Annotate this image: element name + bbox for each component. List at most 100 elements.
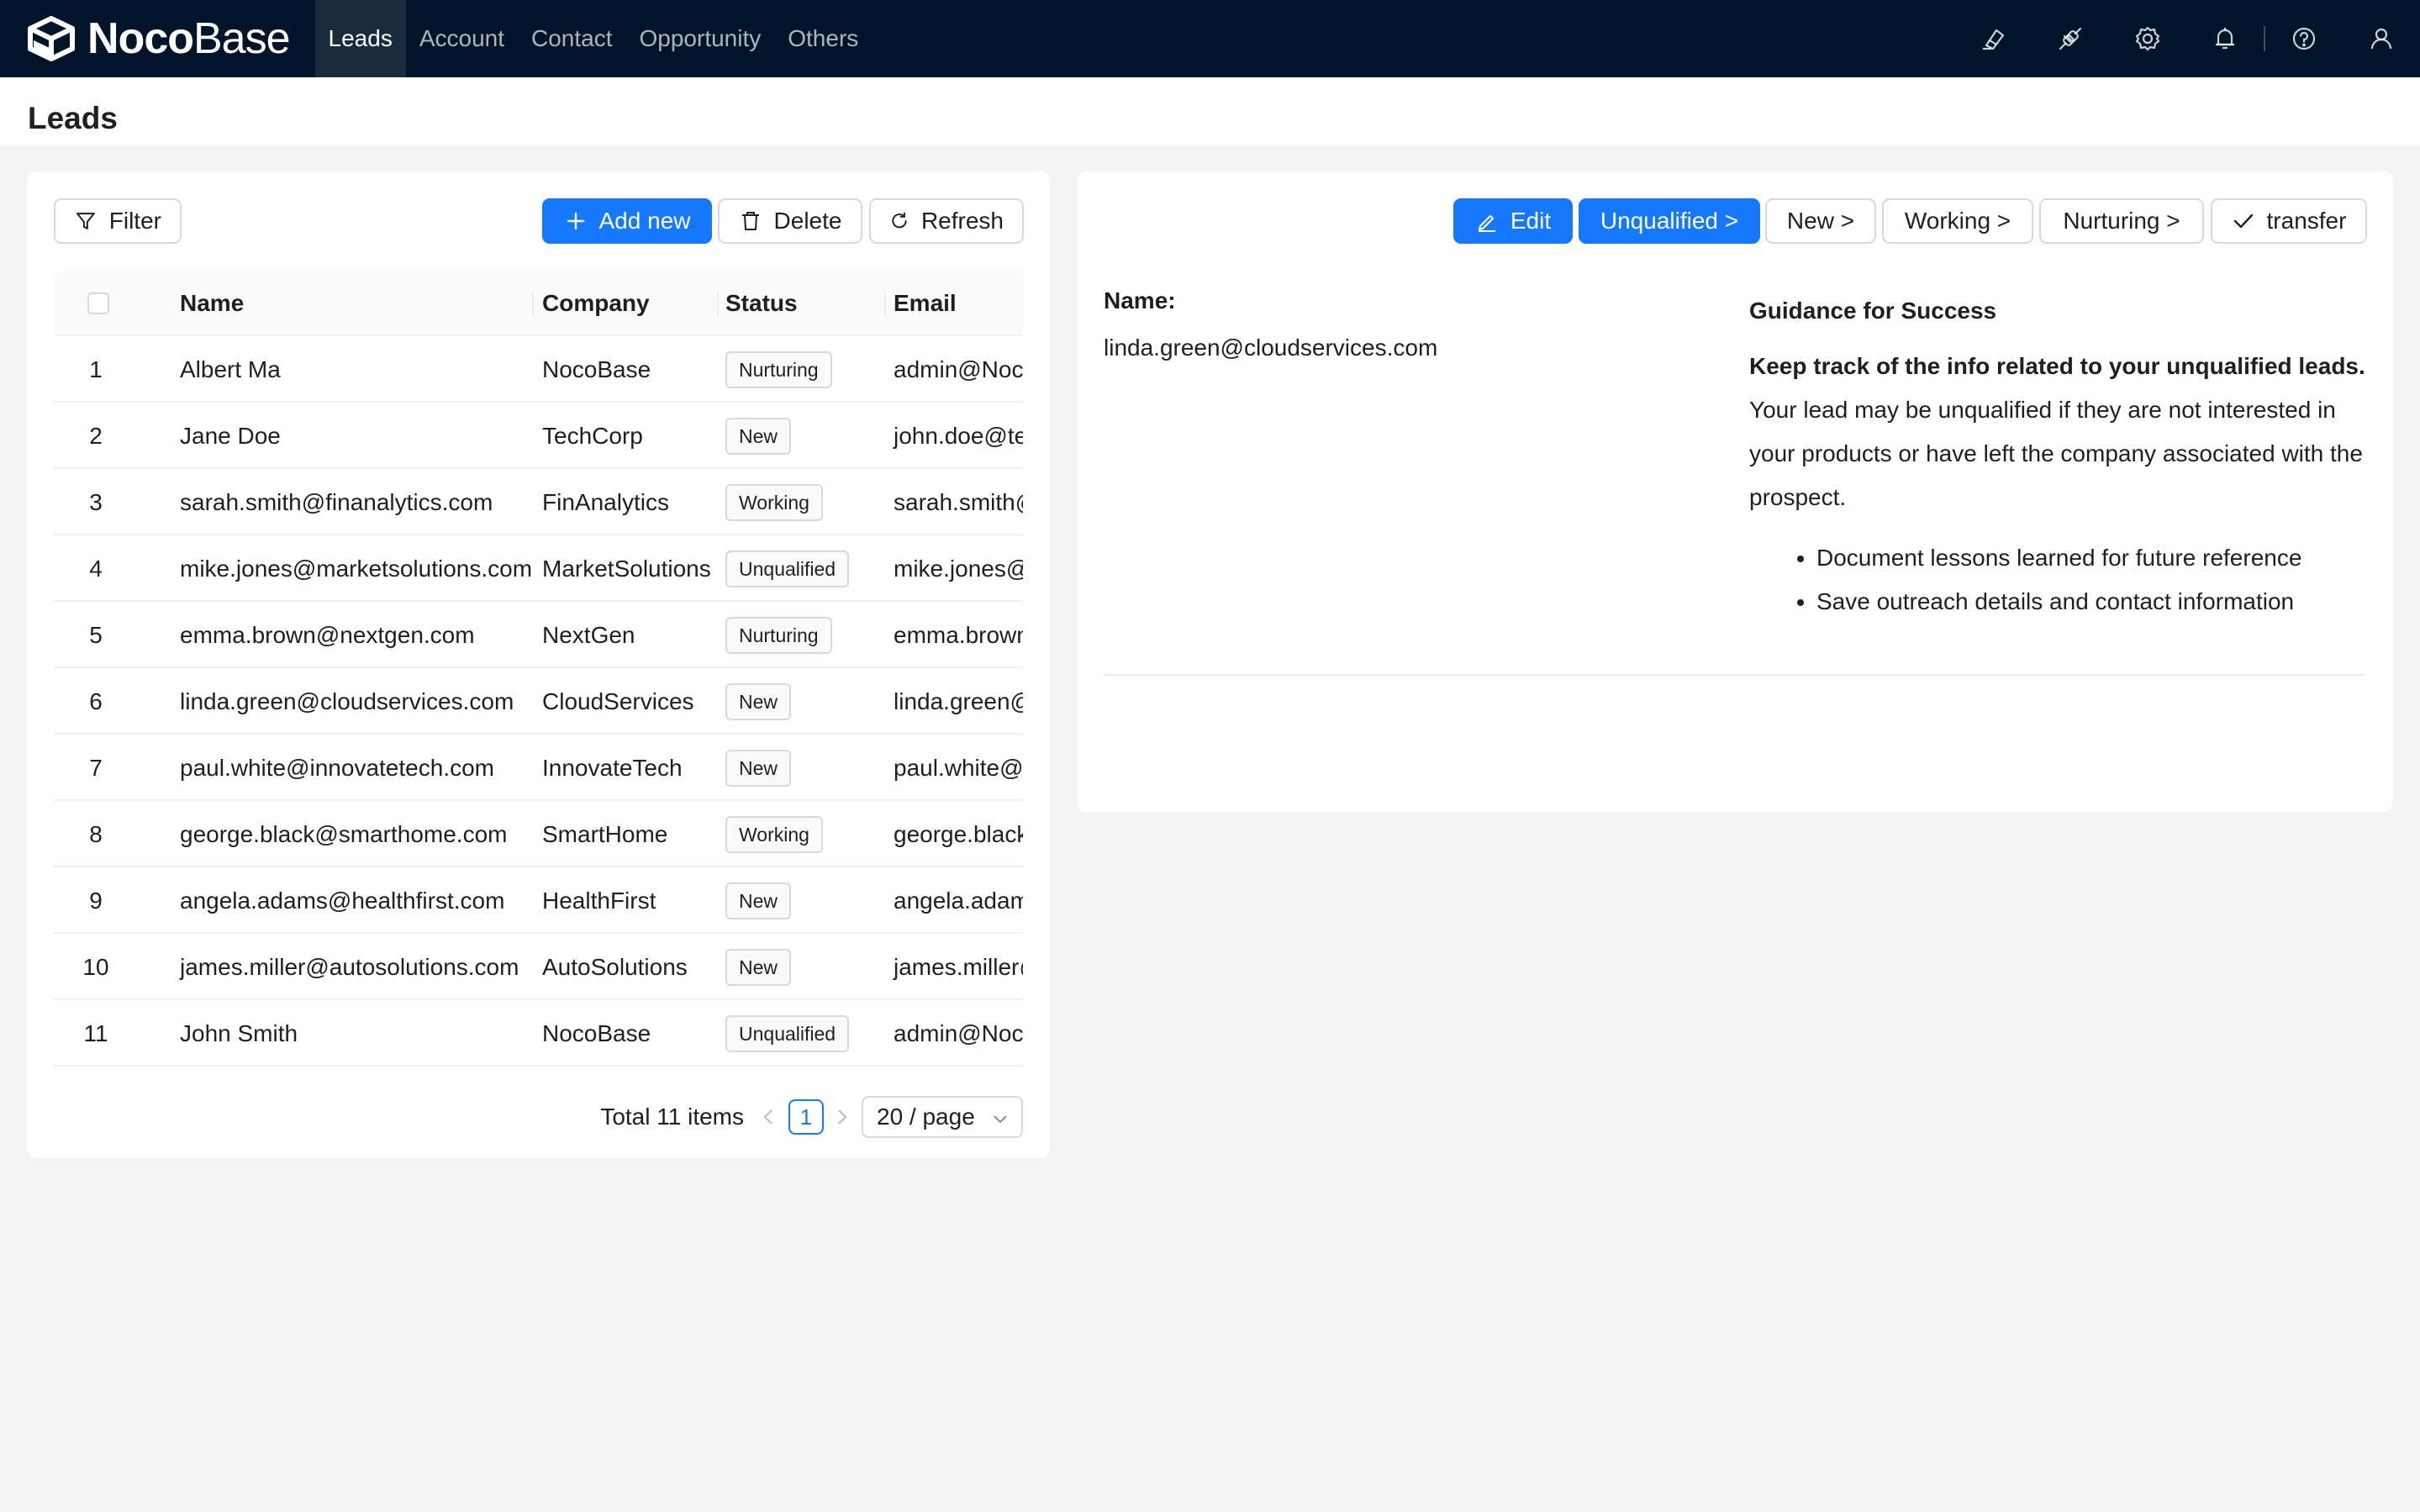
refresh-label: Refresh (920, 208, 1004, 234)
nurturing-stage-button[interactable]: Nurturing > (2039, 198, 2204, 244)
lead-company: MarketSolutions (542, 555, 711, 582)
page-size-select[interactable]: 20 / page (862, 1096, 1023, 1138)
row-index: 10 (82, 953, 109, 980)
unqualified-stage-button[interactable]: Unqualified > (1579, 198, 1760, 244)
delete-button[interactable]: Delete (718, 198, 862, 244)
edit-icon (1478, 215, 1495, 232)
refresh-button[interactable]: Refresh (869, 198, 1024, 244)
plugin-icon[interactable] (2032, 0, 2109, 77)
lead-company: NocoBase (542, 1019, 651, 1046)
guidance-strong-text: Keep track of the info related to your u… (1749, 353, 2365, 379)
bell-icon[interactable] (2186, 0, 2264, 77)
trash-icon (741, 212, 759, 230)
page-size-value: 20 / page (877, 1104, 975, 1130)
lead-name[interactable]: sarah.smith@finanalytics.com (180, 469, 493, 535)
settings-icon[interactable] (2109, 0, 2186, 77)
status-badge: New (725, 882, 792, 919)
working-stage-button[interactable]: Working > (1882, 198, 2033, 244)
status-badge: Nurturing (725, 350, 832, 388)
add-new-label: Add new (598, 208, 691, 234)
lead-email: emma.brown@nextgen.com (894, 621, 1023, 648)
lead-name[interactable]: james.miller@autosolutions.com (180, 934, 519, 1000)
row-index: 1 (89, 356, 103, 382)
next-page-icon[interactable] (830, 1105, 854, 1129)
row-index: 3 (89, 488, 103, 515)
lead-name[interactable]: angela.adams@healthfirst.com (180, 867, 504, 934)
lead-name[interactable]: John Smith (180, 1000, 298, 1067)
lead-email: mike.jones@marketsolutions.com (894, 555, 1023, 582)
page-1-button[interactable]: 1 (788, 1099, 824, 1135)
total-items: Total 11 items (600, 1104, 744, 1130)
status-badge: New (725, 749, 792, 787)
pagination: Total 11 items 1 20 / page (27, 1094, 1050, 1140)
row-index: 5 (89, 621, 103, 648)
menu-item-contact[interactable]: Contact (518, 0, 626, 77)
delete-label: Delete (773, 208, 842, 234)
menu-item-account[interactable]: Account (406, 0, 518, 77)
previous-page-icon[interactable] (757, 1105, 780, 1129)
table-row[interactable]: 9 angela.adams@healthfirst.com HealthFirst… (54, 867, 1023, 934)
name-field-label: Name: (1104, 287, 1176, 313)
table-header: Name Company Status Email (54, 271, 1023, 336)
guidance-bullet: Document lessons learned for future refe… (1816, 536, 2371, 580)
column-header-email[interactable]: Email (894, 271, 957, 336)
table-row[interactable]: 10 james.miller@autosolutions.com AutoSolu… (54, 934, 1023, 1000)
table-row[interactable]: 4 mike.jones@marketsolutions.com MarketSol… (54, 535, 1023, 602)
transfer-button[interactable]: transfer (2211, 198, 2367, 244)
edit-button[interactable]: Edit (1453, 198, 1573, 244)
add-new-button[interactable]: Add new (542, 198, 712, 244)
filter-label: Filter (108, 208, 161, 234)
user-icon[interactable] (2343, 0, 2420, 77)
table-row[interactable]: 1 Albert Ma NocoBase Nurturing admin@NocoBas… (54, 336, 1023, 403)
table-row[interactable]: 7 paul.white@innovatetech.com InnovateTech… (54, 735, 1023, 801)
logo-cube-icon (28, 16, 75, 61)
table-row[interactable]: 5 emma.brown@nextgen.com NextGen Nurturing e… (54, 602, 1023, 668)
page-header: Leads (0, 77, 2420, 145)
table-row[interactable]: 6 linda.green@cloudservices.com CloudServi… (54, 668, 1023, 735)
highlight-icon[interactable] (1954, 0, 2032, 77)
select-all-checkbox[interactable] (87, 292, 109, 314)
lead-name[interactable]: paul.white@innovatetech.com (180, 735, 494, 801)
table-row[interactable]: 8 george.black@smarthome.com SmartHome Work… (54, 801, 1023, 867)
filter-icon (76, 213, 95, 229)
table-row[interactable]: 2 Jane Doe TechCorp New john.doe@techcorp.co… (54, 403, 1023, 469)
plus-icon (567, 212, 584, 230)
chevron-down-icon (994, 1115, 1007, 1124)
nocobase-logo[interactable]: NocoBase (25, 0, 291, 77)
lead-company: NextGen (542, 621, 635, 648)
column-header-name[interactable]: Name (180, 271, 244, 336)
lead-name[interactable]: emma.brown@nextgen.com (180, 602, 475, 668)
lead-company: NocoBase (542, 356, 651, 382)
lead-company: CloudServices (542, 688, 694, 714)
leads-table: Name Company Status Email 1 Albert Ma Noco… (54, 271, 1023, 1082)
column-header-status[interactable]: Status (725, 271, 798, 336)
table-row[interactable]: 11 John Smith NocoBase Unqualified admin@Noc… (54, 1000, 1023, 1067)
table-row[interactable]: 3 sarah.smith@finanalytics.com FinAnalytic… (54, 469, 1023, 535)
menu-item-others[interactable]: Others (774, 0, 872, 77)
row-index: 7 (89, 754, 103, 781)
status-badge: New (725, 417, 792, 455)
help-icon[interactable] (2265, 0, 2343, 77)
column-header-company[interactable]: Company (542, 271, 650, 336)
lead-company: FinAnalytics (542, 488, 669, 515)
lead-detail-card: Edit Unqualified > New > Working > Nurtu… (1077, 171, 2393, 812)
row-index: 2 (89, 422, 103, 449)
transfer-label: transfer (2266, 208, 2347, 234)
guidance-list: Document lessons learned for future refe… (1816, 536, 2371, 624)
lead-company: TechCorp (542, 422, 643, 449)
menu-item-leads[interactable]: Leads (314, 0, 406, 77)
lead-email: paul.white@innovatetech.com (894, 754, 1023, 781)
filter-button[interactable]: Filter (54, 198, 182, 244)
menu-item-opportunity[interactable]: Opportunity (626, 0, 775, 77)
new-stage-button[interactable]: New > (1765, 198, 1876, 244)
lead-name[interactable]: Albert Ma (180, 336, 281, 403)
lead-name[interactable]: mike.jones@marketsolutions.com (180, 535, 532, 602)
guidance-panel: Guidance for Success Keep track of the i… (1749, 289, 2371, 624)
lead-name[interactable]: george.black@smarthome.com (180, 801, 507, 867)
lead-email: george.black@smarthome.com (894, 820, 1023, 847)
row-index: 11 (83, 1019, 108, 1046)
top-right-actions (1954, 0, 2420, 77)
lead-name[interactable]: Jane Doe (180, 403, 281, 469)
status-badge: Nurturing (725, 616, 832, 654)
lead-name[interactable]: linda.green@cloudservices.com (180, 668, 514, 735)
